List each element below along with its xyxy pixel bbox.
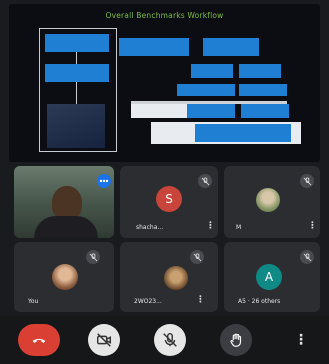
mic-off-icon: [300, 174, 314, 188]
end-call-button[interactable]: [18, 324, 60, 356]
participant-face: [52, 186, 82, 220]
more-vertical-icon[interactable]: ⋮: [196, 296, 205, 305]
mic-off-icon: [161, 331, 179, 349]
phone-hangup-icon: [30, 331, 48, 349]
participant-avatar: [52, 264, 78, 290]
diagram-box: [177, 84, 235, 96]
participant-name: 2WO23...: [134, 298, 162, 305]
hand-icon: [227, 331, 245, 349]
diagram-image: [47, 104, 105, 148]
microphone-toggle-button[interactable]: [154, 324, 186, 356]
participant-avatar: [164, 266, 188, 290]
diagram-box: [241, 104, 289, 118]
more-vertical-icon[interactable]: ⋮: [206, 222, 215, 231]
participant-avatar: A: [256, 264, 282, 290]
diagram-box: [195, 124, 291, 142]
more-vertical-icon: ⋮: [294, 331, 308, 348]
participant-name: M: [236, 224, 242, 231]
diagram-connector: [76, 52, 77, 64]
mic-off-icon: [198, 174, 212, 188]
diagram-box: [45, 34, 109, 52]
diagram-connector: [76, 82, 77, 104]
diagram-box: [203, 38, 259, 56]
participant-name: You: [28, 298, 39, 305]
camera-toggle-button[interactable]: [88, 324, 120, 356]
raise-hand-button[interactable]: [220, 324, 252, 356]
participant-tile[interactable]: 2WO23... ⋮: [120, 242, 218, 312]
participant-name: A5 · 26 others: [238, 298, 281, 305]
diagram-box: [45, 64, 109, 82]
participant-tile[interactable]: M ⋮: [224, 166, 320, 238]
video-off-icon: [95, 331, 113, 349]
diagram-box: [131, 104, 187, 118]
mic-off-icon: [300, 250, 314, 264]
participant-tile-video[interactable]: [14, 166, 114, 238]
participant-avatar: S: [156, 186, 182, 212]
diagram-box: [191, 64, 233, 78]
participant-avatar: [256, 188, 280, 212]
participant-tile[interactable]: S shacha... ⋮: [120, 166, 218, 238]
more-vertical-icon[interactable]: ⋮: [308, 222, 317, 231]
presentation-title: Overall Benchmarks Workflow: [105, 11, 224, 20]
mic-off-icon: [190, 250, 204, 264]
mic-off-icon: [86, 250, 100, 264]
diagram-box: [239, 84, 287, 96]
participant-shoulders: [34, 216, 98, 238]
diagram-box: [239, 64, 281, 78]
participant-tile-others[interactable]: A A5 · 26 others: [224, 242, 320, 312]
diagram-box: [119, 38, 189, 56]
shared-screen[interactable]: Overall Benchmarks Workflow: [9, 4, 320, 162]
participant-name: shacha...: [136, 224, 164, 231]
speaking-dots-icon: [97, 174, 111, 188]
participant-tile[interactable]: You: [14, 242, 114, 312]
more-options-button[interactable]: ⋮: [288, 324, 314, 356]
call-control-bar: ⋮: [0, 316, 329, 364]
diagram-box: [187, 104, 235, 118]
